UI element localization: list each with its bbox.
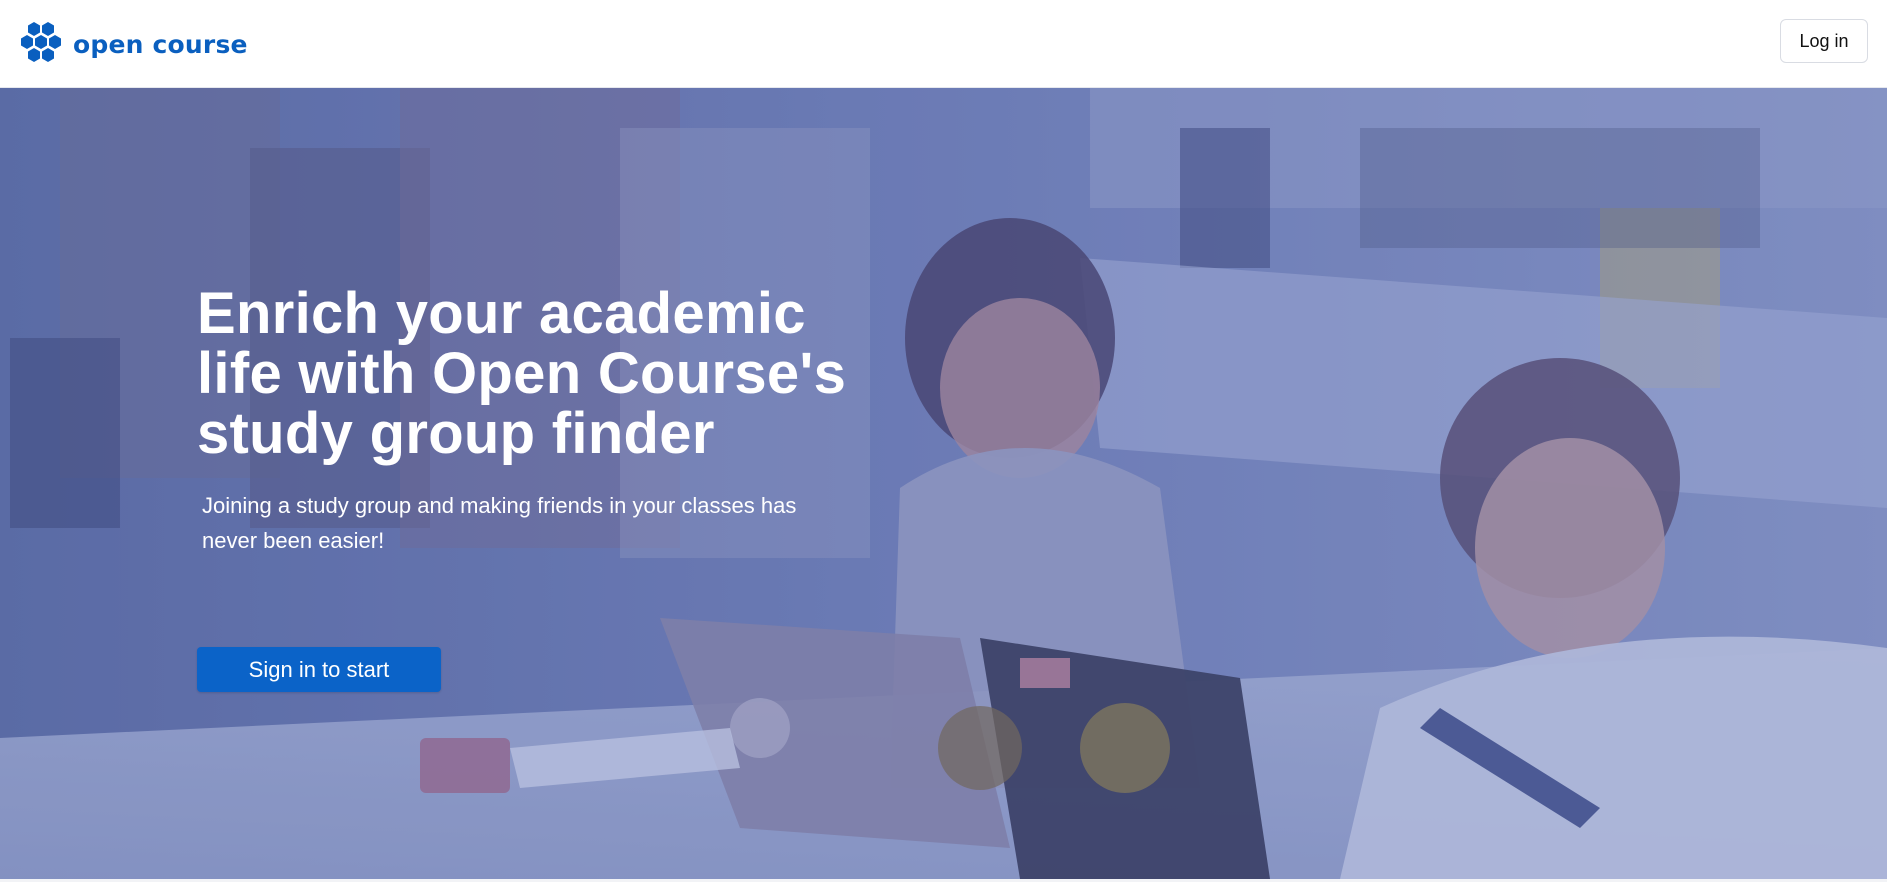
brand-name: open course [73, 29, 248, 59]
hexagon-cluster-icon [21, 22, 61, 62]
sign-in-to-start-button[interactable]: Sign in to start [197, 647, 441, 692]
top-navigation-bar: open course Log in [0, 0, 1887, 88]
hero-subtitle: Joining a study group and making friends… [202, 493, 797, 553]
login-button[interactable]: Log in [1780, 19, 1868, 63]
hero-section: Enrich your academic life with Open Cour… [0, 88, 1887, 879]
hero-title: Enrich your academic life with Open Cour… [197, 281, 847, 466]
brand-logo-link[interactable]: open course [19, 20, 248, 68]
hero-text-block: Enrich your academic life with Open Cour… [197, 284, 857, 558]
